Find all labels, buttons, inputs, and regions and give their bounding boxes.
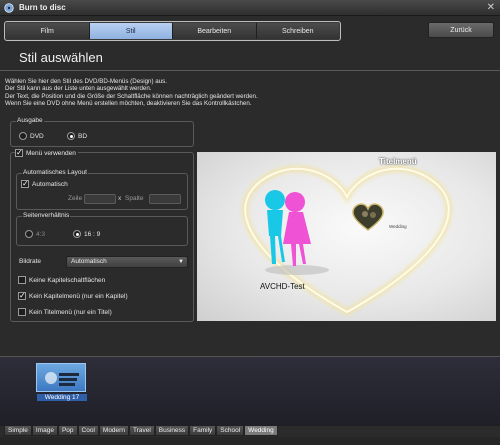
aspect-ratio-label: Seitenverhältnis	[22, 212, 71, 219]
auto-checkbox[interactable]: ✓ Automatisch	[21, 180, 68, 188]
menu-preview: Titelmenü Wedding AVCHD-Test	[197, 152, 496, 321]
output-label: Ausgabe	[16, 117, 44, 124]
description-line: Der Stil kann aus der Liste unten ausgew…	[5, 85, 152, 93]
no-chapter-menu-label: Kein Kapitelmenü (nur ein Kapitel)	[29, 292, 128, 300]
tab-school[interactable]: School	[216, 426, 245, 436]
tab-image[interactable]: Image	[31, 426, 58, 436]
preview-artwork	[242, 165, 452, 316]
preview-menu-title: Titelmenü	[379, 157, 417, 166]
preview-disc-title: AVCHD-Test	[260, 282, 305, 291]
output-group: Ausgabe DVD BD	[10, 117, 194, 147]
page-title: Stil auswählen	[19, 50, 103, 65]
bd-label: BD	[78, 132, 88, 140]
title-bar: Burn to disc ✕	[0, 0, 500, 16]
dvd-label: DVD	[30, 132, 44, 140]
checkbox-box	[18, 276, 26, 284]
chevron-down-icon: ▼	[178, 259, 184, 265]
step-schreiben[interactable]: Schreiben	[256, 23, 339, 39]
radio-dot-selected	[67, 132, 75, 140]
aspect-4-3-label: 4:3	[36, 230, 46, 238]
tab-business[interactable]: Business	[154, 426, 190, 436]
checkbox-box	[18, 308, 26, 316]
menu-group: ✓ Menü verwenden Automatisches Layout ✓ …	[10, 149, 194, 322]
column-label: Spalte	[125, 195, 144, 202]
auto-layout-group: Automatisches Layout ✓ Automatisch Zeile…	[16, 169, 188, 210]
heart-thumbnail	[352, 203, 384, 231]
theme-name: Wedding 17	[37, 394, 87, 401]
girl-figure	[283, 192, 311, 266]
checkmark-icon: ✓	[18, 291, 26, 300]
theme-preview-icon	[45, 372, 79, 386]
aspect-4-3-radio[interactable]: 4:3	[25, 230, 45, 238]
use-menu-label: Menü verwenden	[26, 149, 76, 157]
radio-dot	[25, 230, 33, 238]
divider	[0, 70, 500, 71]
checkmark-icon: ✓	[15, 148, 23, 157]
status-strip	[0, 437, 500, 445]
radio-dot-selected	[73, 230, 81, 238]
tab-travel[interactable]: Travel	[128, 426, 155, 436]
description-line: Der Text, die Position und die Größe der…	[5, 92, 258, 100]
tab-simple[interactable]: Simple	[4, 426, 32, 436]
column-spinner[interactable]	[149, 194, 181, 204]
theme-thumbnail[interactable]	[36, 363, 86, 392]
tab-wedding[interactable]: Wedding	[244, 426, 278, 436]
step-film[interactable]: Film	[6, 23, 90, 39]
preview-thumb-caption: Wedding	[389, 224, 407, 229]
radio-dot	[19, 132, 27, 140]
no-chapter-buttons-label: Keine Kapitelschaltflächen	[29, 276, 106, 284]
tab-pop[interactable]: Pop	[57, 426, 78, 436]
bd-radio[interactable]: BD	[67, 132, 87, 140]
tab-family[interactable]: Family	[189, 426, 217, 436]
wizard-steps: Film Stil Bearbeiten Schreiben	[4, 21, 341, 41]
no-chapter-buttons-checkbox[interactable]: Keine Kapitelschaltflächen	[18, 276, 105, 284]
checkmark-icon: ✓	[21, 179, 29, 188]
step-stil[interactable]: Stil	[89, 23, 173, 39]
framerate-value: Automatisch	[71, 258, 107, 265]
window-title: Burn to disc	[19, 3, 66, 12]
row-spinner[interactable]	[84, 194, 116, 204]
auto-label: Automatisch	[32, 180, 68, 188]
dvd-radio[interactable]: DVD	[19, 132, 44, 140]
aspect-16-9-label: 16 : 9	[84, 230, 101, 238]
use-menu-checkbox[interactable]: ✓ Menü verwenden	[15, 149, 78, 157]
disc-burn-icon	[4, 3, 14, 13]
tab-cool[interactable]: Cool	[77, 426, 99, 436]
framerate-label: Bildrate	[19, 258, 42, 265]
step-bearbeiten[interactable]: Bearbeiten	[173, 23, 257, 39]
tab-modern[interactable]: Modern	[98, 426, 129, 436]
aspect-ratio-group: Seitenverhältnis 4:3 16 : 9	[16, 212, 188, 246]
no-chapter-menu-checkbox[interactable]: ✓ Kein Kapitelmenü (nur ein Kapitel)	[18, 292, 128, 300]
no-title-menu-label: Kein Titelmenü (nur ein Titel)	[29, 308, 112, 316]
description: Wählen Sie hier den Stil des DVD/BD-Menü…	[5, 78, 445, 108]
x-label: x	[118, 195, 122, 202]
description-line: Wählen Sie hier den Stil des DVD/BD-Menü…	[5, 78, 167, 85]
description-line: Wenn Sie eine DVD ohne Menü erstellen mö…	[5, 100, 252, 108]
back-button[interactable]: Zurück	[428, 22, 494, 38]
framerate-select[interactable]: Automatisch ▼	[66, 256, 188, 268]
close-icon[interactable]: ✕	[487, 2, 495, 13]
aspect-16-9-radio[interactable]: 16 : 9	[73, 230, 100, 238]
auto-layout-label: Automatisches Layout	[22, 169, 88, 176]
theme-tabs: Simple Image Pop Cool Modern Travel Busi…	[4, 426, 278, 436]
no-title-menu-checkbox[interactable]: Kein Titelmenü (nur ein Titel)	[18, 308, 112, 316]
row-label: Zeile	[68, 195, 83, 202]
